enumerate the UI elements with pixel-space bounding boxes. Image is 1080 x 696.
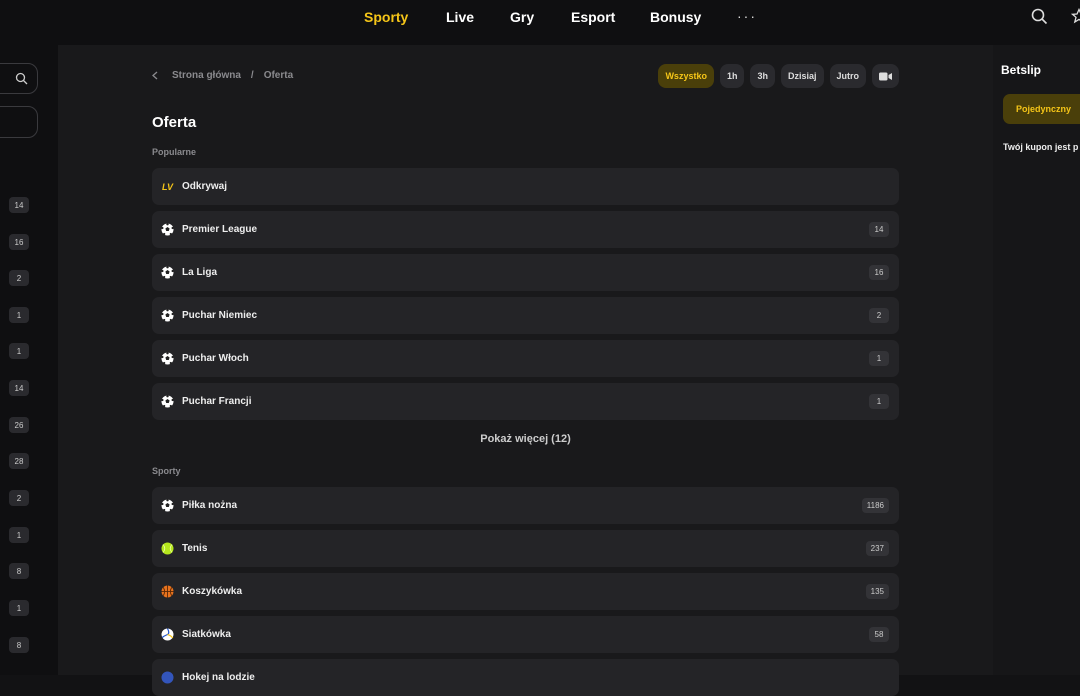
star-icon[interactable] — [1071, 8, 1080, 29]
sidebar-count: 1 — [9, 343, 29, 359]
football-icon — [161, 352, 174, 365]
show-more-button[interactable]: Pokaż więcej (12) — [152, 433, 899, 445]
video-filter-button[interactable] — [872, 64, 899, 88]
list-item-pilka-nozna[interactable]: Piłka nożna 1186 — [152, 487, 899, 524]
list-item-siatkowka[interactable]: Siatkówka 58 — [152, 616, 899, 653]
event-count-badge: 1 — [869, 394, 889, 409]
tennis-ball-icon — [161, 542, 174, 555]
sidebar-count: 2 — [9, 490, 29, 506]
list-item-label: Odkrywaj — [182, 181, 227, 192]
betslip-panel: Betslip Pojedynczny Twój kupon jest p — [993, 45, 1080, 675]
event-count-badge: 14 — [869, 222, 889, 237]
breadcrumb-home[interactable]: Strona główna — [172, 70, 241, 81]
time-filter-chips: Wszystko 1h 3h Dzisiaj Jutro — [658, 64, 899, 88]
list-item-label: Siatkówka — [182, 629, 231, 640]
sidebar-filter-box[interactable] — [0, 106, 38, 138]
sidebar-search-input[interactable] — [0, 63, 38, 94]
video-camera-icon — [879, 72, 892, 81]
list-item-premier-league[interactable]: Premier League 14 — [152, 211, 899, 248]
event-count-badge: 58 — [869, 627, 889, 642]
list-item-koszykowka[interactable]: Koszykówka 135 — [152, 573, 899, 610]
nav-esport[interactable]: Esport — [571, 9, 615, 25]
list-item-label: La Liga — [182, 267, 217, 278]
list-item-puchar-niemiec[interactable]: Puchar Niemiec 2 — [152, 297, 899, 334]
nav-sporty[interactable]: Sporty — [364, 9, 408, 25]
breadcrumb: Strona główna / Oferta — [152, 70, 293, 81]
event-count-badge: 1 — [869, 351, 889, 366]
filter-chip-today[interactable]: Dzisiaj — [781, 64, 824, 88]
sidebar-count: 8 — [9, 637, 29, 653]
sidebar-count: 14 — [9, 197, 29, 213]
sidebar-count: 16 — [9, 234, 29, 250]
top-navigation-bar: Sporty Live Gry Esport Bonusy ··· — [0, 0, 1080, 45]
sidebar-count: 1 — [9, 307, 29, 323]
section-label-popular: Popularne — [152, 147, 196, 157]
list-item-tenis[interactable]: Tenis 237 — [152, 530, 899, 567]
lv-logo-icon: LV — [161, 180, 174, 193]
nav-bonusy[interactable]: Bonusy — [650, 9, 701, 25]
page-title: Oferta — [152, 114, 196, 131]
filter-chip-all[interactable]: Wszystko — [658, 64, 714, 88]
search-icon — [15, 72, 28, 85]
football-icon — [161, 223, 174, 236]
nav-gry[interactable]: Gry — [510, 9, 534, 25]
list-item-puchar-francji[interactable]: Puchar Francji 1 — [152, 383, 899, 420]
volleyball-icon — [161, 628, 174, 641]
football-icon — [161, 266, 174, 279]
section-label-sports: Sporty — [152, 466, 181, 476]
event-count-badge: 1186 — [862, 498, 889, 513]
list-item-label: Tenis — [182, 543, 207, 554]
list-item-odkrywaj[interactable]: LV Odkrywaj — [152, 168, 899, 205]
more-menu-icon[interactable]: ··· — [737, 8, 757, 24]
chevron-left-icon[interactable] — [152, 71, 158, 80]
basketball-icon — [161, 585, 174, 598]
left-sidebar: 14 16 2 1 1 14 26 28 2 1 8 1 8 — [0, 45, 58, 675]
football-icon — [161, 395, 174, 408]
search-icon[interactable] — [1031, 8, 1048, 30]
sidebar-count: 14 — [9, 380, 29, 396]
event-count-badge: 135 — [866, 584, 889, 599]
list-item-label: Puchar Francji — [182, 396, 251, 407]
sidebar-count: 8 — [9, 563, 29, 579]
list-item-label: Puchar Włoch — [182, 353, 249, 364]
list-item-puchar-wloch[interactable]: Puchar Włoch 1 — [152, 340, 899, 377]
filter-chip-tomorrow[interactable]: Jutro — [830, 64, 867, 88]
football-icon — [161, 499, 174, 512]
betslip-empty-message: Twój kupon jest p — [1003, 142, 1078, 152]
football-icon — [161, 309, 174, 322]
sidebar-count: 28 — [9, 453, 29, 469]
breadcrumb-separator: / — [251, 70, 254, 81]
list-item-label: Premier League — [182, 224, 257, 235]
list-item-la-liga[interactable]: La Liga 16 — [152, 254, 899, 291]
filter-chip-3h[interactable]: 3h — [750, 64, 775, 88]
list-item-label: Puchar Niemiec — [182, 310, 257, 321]
sidebar-count: 1 — [9, 527, 29, 543]
list-item-label: Hokej na lodzie — [182, 672, 255, 683]
hockey-icon — [161, 671, 174, 684]
list-item-label: Koszykówka — [182, 586, 242, 597]
sidebar-count: 1 — [9, 600, 29, 616]
betslip-tab-single[interactable]: Pojedynczny — [1003, 94, 1080, 124]
event-count-badge: 237 — [866, 541, 889, 556]
list-item-label: Piłka nożna — [182, 500, 237, 511]
sidebar-count: 26 — [9, 417, 29, 433]
breadcrumb-current: Oferta — [264, 70, 293, 81]
betslip-title: Betslip — [1001, 63, 1041, 77]
main-content: Strona główna / Oferta Wszystko 1h 3h Dz… — [58, 45, 993, 675]
event-count-badge: 2 — [869, 308, 889, 323]
event-count-badge: 16 — [869, 265, 889, 280]
sidebar-count: 2 — [9, 270, 29, 286]
filter-chip-1h[interactable]: 1h — [720, 64, 745, 88]
nav-live[interactable]: Live — [446, 9, 474, 25]
list-item-hokej-na-lodzie[interactable]: Hokej na lodzie — [152, 659, 899, 696]
